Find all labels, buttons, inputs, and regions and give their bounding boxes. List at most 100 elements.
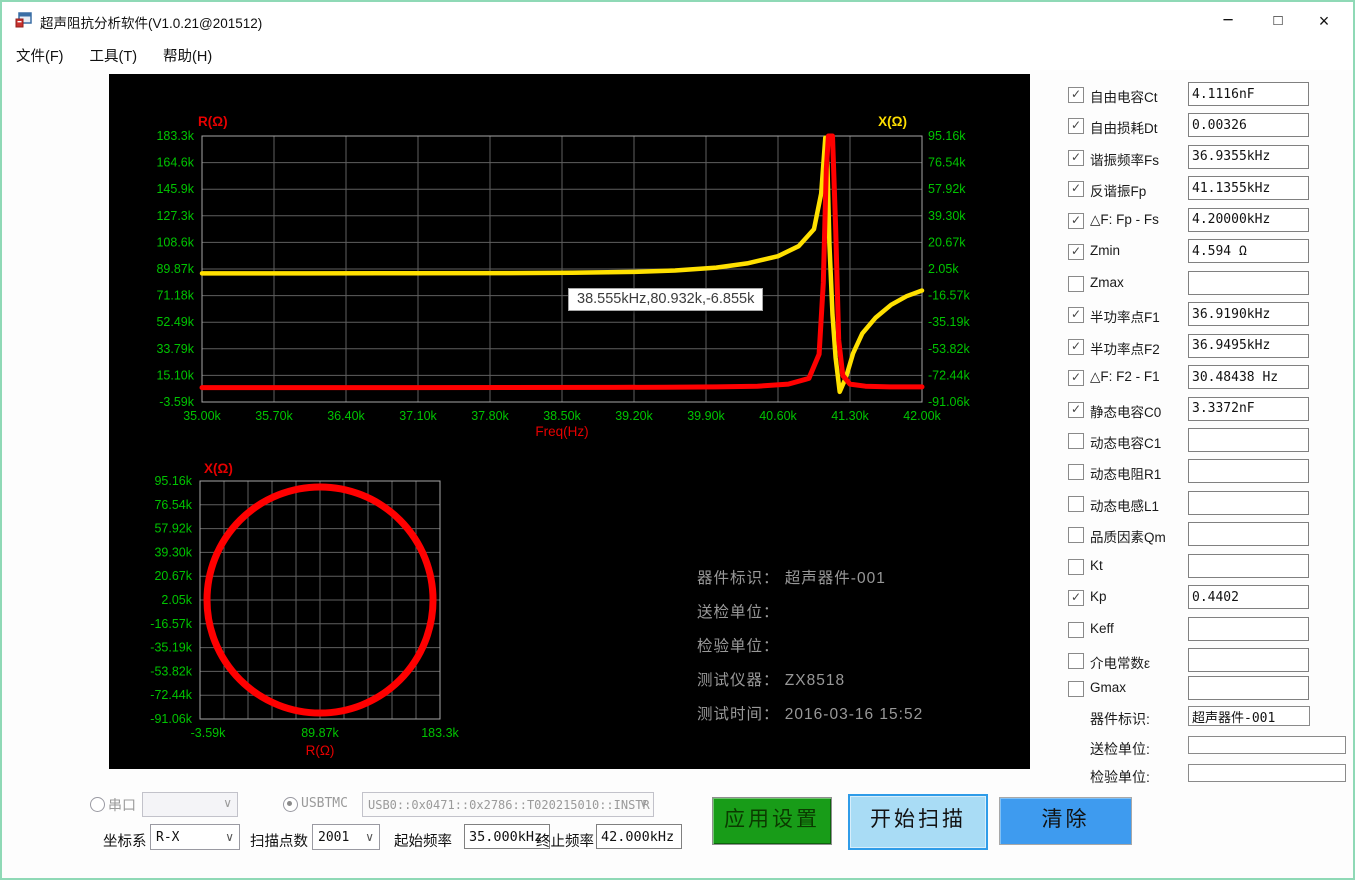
sweep-points-combo[interactable]: 2001 ∨ bbox=[312, 824, 380, 850]
result-value-field[interactable] bbox=[1188, 113, 1309, 137]
serial-radio-label: 串口 bbox=[108, 795, 136, 815]
result-checkbox[interactable]: ✓ bbox=[1068, 339, 1084, 355]
result-checkbox[interactable]: ✓ bbox=[1068, 150, 1084, 166]
result-value-field[interactable] bbox=[1188, 176, 1309, 200]
result-value-field[interactable] bbox=[1188, 585, 1309, 609]
coord-system-label: 坐标系 bbox=[103, 830, 147, 851]
usbtmc-radio-label: USBTMC bbox=[301, 796, 348, 811]
result-checkbox[interactable]: ✓ bbox=[1068, 244, 1084, 260]
result-value-field[interactable] bbox=[1188, 302, 1309, 326]
result-value-field[interactable] bbox=[1188, 334, 1309, 358]
device-info-overlay: 器件标识： 超声器件-001送检单位： 检验单位： 测试仪器： ZX8518测试… bbox=[697, 566, 923, 736]
extra-field-input[interactable] bbox=[1188, 764, 1346, 782]
result-value-field[interactable] bbox=[1188, 271, 1309, 295]
clear-button[interactable]: 清除 bbox=[999, 797, 1132, 845]
result-value-field[interactable] bbox=[1188, 491, 1309, 515]
result-checkbox[interactable] bbox=[1068, 496, 1084, 512]
svg-text:-53.82k: -53.82k bbox=[150, 664, 192, 678]
result-checkbox[interactable] bbox=[1068, 527, 1084, 543]
result-checkbox[interactable]: ✓ bbox=[1068, 402, 1084, 418]
result-checkbox[interactable]: ✓ bbox=[1068, 118, 1084, 134]
result-label: Gmax bbox=[1090, 680, 1126, 695]
svg-text:R(Ω): R(Ω) bbox=[306, 743, 335, 758]
result-checkbox[interactable]: ✓ bbox=[1068, 590, 1084, 606]
menu-help[interactable]: 帮助(H) bbox=[151, 41, 224, 70]
svg-text:2.05k: 2.05k bbox=[928, 262, 959, 276]
result-label: △F: F2 - F1 bbox=[1090, 369, 1160, 385]
result-checkbox[interactable]: ✓ bbox=[1068, 213, 1084, 229]
result-value-field[interactable] bbox=[1188, 82, 1309, 106]
result-checkbox[interactable] bbox=[1068, 622, 1084, 638]
result-row: 动态电容C1 bbox=[1058, 430, 1355, 454]
result-checkbox[interactable] bbox=[1068, 433, 1084, 449]
result-label: 半功率点F1 bbox=[1090, 306, 1160, 326]
svg-text:-72.44k: -72.44k bbox=[928, 368, 970, 382]
result-value-field[interactable] bbox=[1188, 554, 1309, 578]
result-row: ✓△F: Fp - Fs bbox=[1058, 210, 1355, 234]
svg-text:95.16k: 95.16k bbox=[154, 474, 192, 488]
result-row: Gmax bbox=[1058, 678, 1355, 702]
serial-radio[interactable] bbox=[90, 797, 105, 812]
result-value-field[interactable] bbox=[1188, 397, 1309, 421]
result-checkbox[interactable]: ✓ bbox=[1068, 370, 1084, 386]
result-checkbox[interactable] bbox=[1068, 464, 1084, 480]
svg-text:15.10k: 15.10k bbox=[156, 368, 194, 382]
result-value-field[interactable] bbox=[1188, 428, 1309, 452]
extra-field-label: 器件标识: bbox=[1090, 709, 1150, 729]
result-value-field[interactable] bbox=[1188, 617, 1309, 641]
svg-text:71.18k: 71.18k bbox=[156, 289, 194, 303]
info-line: 测试时间： 2016-03-16 15:52 bbox=[697, 702, 923, 736]
result-checkbox[interactable] bbox=[1068, 559, 1084, 575]
result-checkbox[interactable]: ✓ bbox=[1068, 307, 1084, 323]
menu-tools[interactable]: 工具(T) bbox=[78, 41, 150, 70]
svg-text:20.67k: 20.67k bbox=[928, 235, 966, 249]
result-checkbox[interactable]: ✓ bbox=[1068, 181, 1084, 197]
result-value-field[interactable] bbox=[1188, 365, 1309, 389]
result-label: Kp bbox=[1090, 589, 1107, 604]
result-value-field[interactable] bbox=[1188, 522, 1309, 546]
svg-text:52.49k: 52.49k bbox=[156, 315, 194, 329]
usbtmc-radio[interactable] bbox=[283, 797, 298, 812]
window-title: 超声阻抗分析软件(V1.0.21@201512) bbox=[40, 12, 262, 32]
svg-text:39.30k: 39.30k bbox=[154, 545, 192, 559]
result-value-field[interactable] bbox=[1188, 239, 1309, 263]
result-row: 动态电阻R1 bbox=[1058, 461, 1355, 485]
result-checkbox[interactable] bbox=[1068, 681, 1084, 697]
result-value-field[interactable] bbox=[1188, 145, 1309, 169]
menu-file[interactable]: 文件(F) bbox=[4, 41, 76, 70]
stop-freq-input[interactable] bbox=[596, 824, 682, 849]
result-row: 动态电感L1 bbox=[1058, 493, 1355, 517]
result-value-field[interactable] bbox=[1188, 208, 1309, 232]
usbtmc-resource-combo[interactable]: USB0::0x0471::0x2786::T020215010::INSTR … bbox=[362, 792, 654, 817]
coord-system-combo[interactable]: R-X ∨ bbox=[150, 824, 240, 850]
result-checkbox[interactable] bbox=[1068, 276, 1084, 292]
start-scan-button[interactable]: 开始扫描 bbox=[848, 794, 988, 850]
result-label: Zmin bbox=[1090, 243, 1120, 258]
result-value-field[interactable] bbox=[1188, 648, 1309, 672]
svg-text:76.54k: 76.54k bbox=[154, 498, 192, 512]
serial-port-combo[interactable]: ∨ bbox=[142, 792, 238, 817]
result-label: Zmax bbox=[1090, 275, 1124, 290]
svg-text:95.16k: 95.16k bbox=[928, 129, 966, 143]
extra-field-input[interactable] bbox=[1188, 706, 1310, 726]
result-row: Kt bbox=[1058, 556, 1355, 580]
result-value-field[interactable] bbox=[1188, 676, 1309, 700]
cursor-tooltip: 38.555kHz,80.932k,-6.855k bbox=[568, 288, 763, 311]
svg-text:41.30k: 41.30k bbox=[831, 409, 869, 423]
svg-text:145.9k: 145.9k bbox=[156, 182, 194, 196]
result-row: Zmax bbox=[1058, 273, 1355, 297]
result-checkbox[interactable]: ✓ bbox=[1068, 87, 1084, 103]
chevron-down-icon: ∨ bbox=[365, 830, 374, 844]
info-line: 检验单位： bbox=[697, 634, 923, 668]
extra-field-input[interactable] bbox=[1188, 736, 1346, 754]
result-label: 半功率点F2 bbox=[1090, 338, 1160, 358]
result-value-field[interactable] bbox=[1188, 459, 1309, 483]
svg-text:-72.44k: -72.44k bbox=[150, 688, 192, 702]
svg-text:36.40k: 36.40k bbox=[327, 409, 365, 423]
result-row: ✓ 半功率点F2 bbox=[1058, 336, 1355, 360]
result-row: ✓谐振频率Fs bbox=[1058, 147, 1355, 171]
result-label: 品质因素Qm bbox=[1090, 526, 1166, 546]
apply-settings-button[interactable]: 应用设置 bbox=[712, 797, 832, 845]
chevron-down-icon: ∨ bbox=[223, 796, 232, 810]
result-checkbox[interactable] bbox=[1068, 653, 1084, 669]
